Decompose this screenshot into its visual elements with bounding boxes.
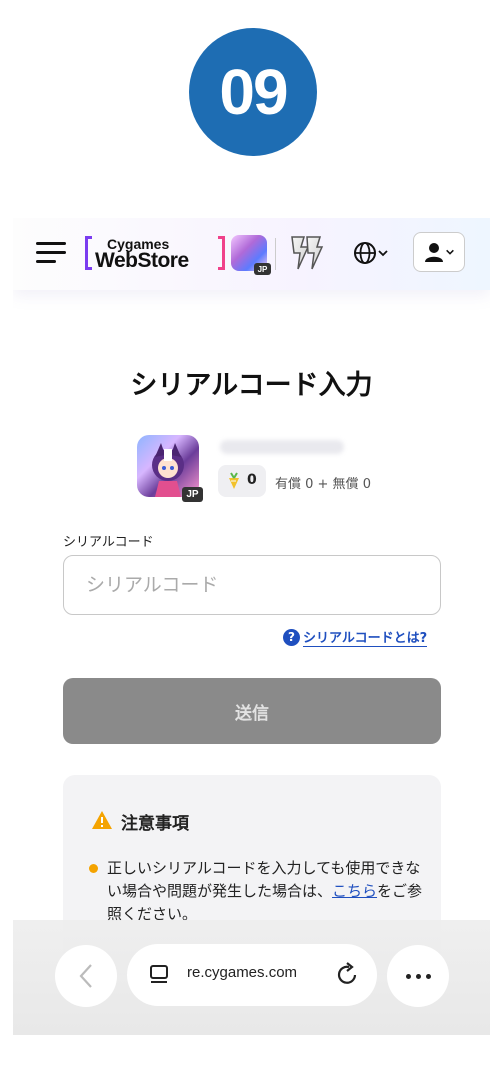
user-icon bbox=[425, 243, 443, 262]
address-bar[interactable]: re.cygames.com bbox=[127, 944, 377, 1006]
question-icon: ? bbox=[283, 628, 300, 646]
game-brand-logo[interactable] bbox=[288, 233, 324, 273]
game-thumbnail[interactable]: JP bbox=[231, 235, 271, 275]
dot bbox=[415, 973, 421, 979]
globe-icon bbox=[354, 242, 376, 264]
language-selector[interactable] bbox=[353, 240, 393, 266]
hamburger-icon[interactable] bbox=[36, 242, 66, 264]
notice-link[interactable]: こちら bbox=[332, 882, 377, 900]
header-divider bbox=[275, 238, 276, 270]
site-header: Cygames WebStore JP bbox=[13, 218, 490, 290]
jewel-breakdown: 有償 0 + 無償 0 bbox=[275, 477, 371, 492]
chevron-down-icon bbox=[446, 249, 454, 255]
serial-help-text: シリアルコードとは? bbox=[303, 627, 428, 647]
back-button[interactable] bbox=[55, 945, 117, 1007]
carrot-jewel-icon bbox=[229, 472, 239, 489]
phone-screen: Cygames WebStore JP シリアルコード入力 JP 0 有償 0 … bbox=[13, 218, 490, 1035]
region-tag: JP bbox=[182, 487, 203, 502]
notice-item-text: 正しいシリアルコードを入力しても使用できない場合や問題が発生した場合は、こちらを… bbox=[107, 857, 425, 926]
reload-icon[interactable] bbox=[335, 961, 361, 989]
serial-help-link[interactable]: ? シリアルコードとは? bbox=[283, 627, 428, 647]
dot bbox=[405, 973, 411, 979]
step-number-badge: 09 bbox=[189, 28, 317, 156]
tabs-icon bbox=[150, 965, 168, 983]
warning-icon bbox=[92, 811, 112, 829]
cygames-webstore-logo[interactable]: Cygames WebStore bbox=[85, 236, 225, 272]
serial-code-input[interactable] bbox=[63, 555, 441, 615]
blurred-user-name bbox=[220, 440, 344, 454]
browser-toolbar: re.cygames.com bbox=[13, 920, 490, 1035]
app-icon: JP bbox=[137, 435, 203, 502]
notice-title: 注意事項 bbox=[121, 814, 189, 834]
submit-button[interactable]: 送信 bbox=[63, 678, 441, 744]
step-number: 09 bbox=[219, 56, 288, 128]
chevron-down-icon bbox=[378, 250, 388, 257]
account-button[interactable] bbox=[413, 232, 465, 272]
bullet-dot bbox=[89, 864, 98, 873]
jewel-balance: 0 bbox=[218, 465, 266, 497]
chevron-left-icon bbox=[79, 964, 92, 988]
dot bbox=[425, 973, 431, 979]
region-tag: JP bbox=[254, 263, 271, 275]
game-brand-icon bbox=[291, 236, 324, 270]
more-options-button[interactable] bbox=[387, 945, 449, 1007]
jewel-count: 0 bbox=[247, 472, 257, 488]
serial-code-label: シリアルコード bbox=[63, 535, 154, 550]
page-title: シリアルコード入力 bbox=[130, 370, 373, 401]
url-text: re.cygames.com bbox=[187, 964, 298, 981]
logo-bottom-text: WebStore bbox=[95, 249, 189, 272]
